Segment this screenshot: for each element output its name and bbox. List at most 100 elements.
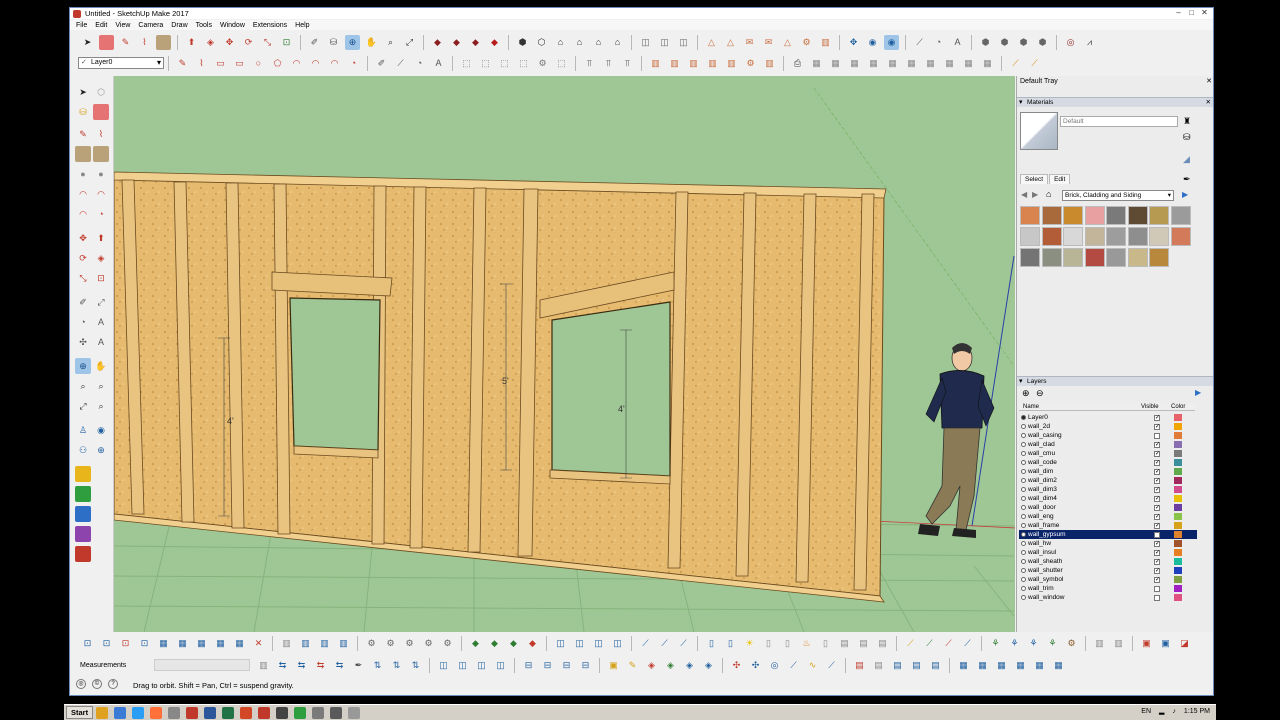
iso-view-icon[interactable]: ⬢ xyxy=(515,35,530,50)
material-swatch[interactable] xyxy=(1084,206,1105,225)
lt-polygon-icon[interactable]: ● xyxy=(93,166,109,182)
active-layer-radio[interactable] xyxy=(1021,451,1026,456)
select-tool-icon[interactable]: ➤ xyxy=(80,35,95,50)
section-3-icon[interactable]: ⫪ xyxy=(620,56,635,71)
line-tool-icon[interactable]: ✎ xyxy=(118,35,133,50)
b2-ai-icon[interactable]: ▦ xyxy=(956,658,971,673)
material-swatch[interactable] xyxy=(1170,206,1191,225)
material-swatch[interactable] xyxy=(1084,227,1105,246)
layer-row[interactable]: wall_clad ✓ xyxy=(1019,440,1197,449)
layer-color-swatch[interactable] xyxy=(1174,441,1182,448)
extension-warehouse-icon[interactable]: ◆ xyxy=(449,35,464,50)
taskbar-misc3-icon[interactable] xyxy=(348,706,361,719)
dimension-icon[interactable]: ⟋ xyxy=(912,35,927,50)
material-swatch[interactable] xyxy=(1063,227,1083,246)
3pt-arc-icon[interactable]: ◠ xyxy=(327,56,342,71)
b2-ad-icon[interactable]: ▤ xyxy=(852,658,867,673)
layer-color-swatch[interactable] xyxy=(1174,540,1182,547)
taskbar-word-icon[interactable] xyxy=(204,706,217,719)
shaded-icon[interactable]: ⬢ xyxy=(1035,35,1050,50)
model-scene[interactable]: 4' 5' 4' xyxy=(114,76,1015,632)
layer-row[interactable]: wall_frame ✓ xyxy=(1019,521,1197,530)
b1-i-icon[interactable]: ▦ xyxy=(232,636,247,651)
b2-d-icon[interactable]: ⇆ xyxy=(313,658,328,673)
scenes-icon[interactable]: ▥ xyxy=(724,56,739,71)
b1-c-icon[interactable]: ⊡ xyxy=(118,636,133,651)
active-layer-radio[interactable] xyxy=(1021,415,1026,420)
b1-ai-icon[interactable]: ▯ xyxy=(818,636,833,651)
b1-ar-icon[interactable]: ⚘ xyxy=(1007,636,1022,651)
material-swatch[interactable] xyxy=(1127,206,1148,225)
b1-as-icon[interactable]: ⚘ xyxy=(1026,636,1041,651)
clock[interactable]: 1:15 PM xyxy=(1184,708,1210,715)
lt-share-icon[interactable] xyxy=(75,486,91,502)
lt-protractor-icon[interactable]: ◔ xyxy=(75,314,91,330)
b1-z-icon[interactable]: ◫ xyxy=(591,636,606,651)
layer-name[interactable]: wall_door xyxy=(1028,503,1146,512)
style-9-icon[interactable]: ▦ xyxy=(961,56,976,71)
style-7-icon[interactable]: ▦ xyxy=(923,56,938,71)
eraser-tool-icon[interactable] xyxy=(99,34,114,50)
3d-warehouse-icon[interactable]: ◆ xyxy=(430,35,445,50)
b1-j-icon[interactable]: ✕ xyxy=(251,636,266,651)
style-2-icon[interactable]: ▦ xyxy=(828,56,843,71)
active-layer-radio[interactable] xyxy=(1021,478,1026,483)
layer-name[interactable]: Layer0 xyxy=(1028,413,1146,422)
layer-color-swatch[interactable] xyxy=(1174,513,1182,520)
geo-status-icon[interactable]: ◎ xyxy=(76,679,86,689)
polygon-tool-icon[interactable]: ⬠ xyxy=(270,56,285,71)
active-layer-radio[interactable] xyxy=(1021,595,1026,600)
layer-row[interactable]: wall_casing xyxy=(1019,431,1197,440)
model-viewport[interactable]: 4' 5' 4' xyxy=(113,76,1015,632)
offset-tool-icon[interactable]: ⊡ xyxy=(279,35,294,50)
layer-name[interactable]: wall_symbol xyxy=(1028,575,1146,584)
text-2-icon[interactable]: A xyxy=(431,56,446,71)
material-swatch[interactable] xyxy=(1041,227,1062,246)
layer-row[interactable]: wall_dim3 ✓ xyxy=(1019,485,1197,494)
layer-name[interactable]: wall_cmu xyxy=(1028,449,1146,458)
menu-edit[interactable]: Edit xyxy=(95,22,107,29)
layer-row[interactable]: wall_door ✓ xyxy=(1019,503,1197,512)
material-swatch[interactable] xyxy=(1041,206,1062,225)
lt-rotrect-icon[interactable] xyxy=(93,146,109,162)
section-cut-icon[interactable]: ◫ xyxy=(676,35,691,50)
left-view-icon[interactable]: ⌂ xyxy=(610,35,625,50)
b1-w-icon[interactable]: ◆ xyxy=(525,636,540,651)
top-view-icon[interactable]: ⬡ xyxy=(534,35,549,50)
active-layer-radio[interactable] xyxy=(1021,433,1026,438)
layer-color-swatch[interactable] xyxy=(1174,495,1182,502)
layer-visible-checkbox[interactable] xyxy=(1154,432,1160,439)
layer-row[interactable]: wall_trim xyxy=(1019,584,1197,593)
b1-ab-icon[interactable]: ⟋ xyxy=(638,636,653,651)
style-8-icon[interactable]: ▦ xyxy=(942,56,957,71)
create-material-icon[interactable]: ♜ xyxy=(1183,116,1191,127)
active-layer-radio[interactable] xyxy=(1021,469,1026,474)
layer-color-swatch[interactable] xyxy=(1174,414,1182,421)
back-view-icon[interactable]: ⌂ xyxy=(591,35,606,50)
layer-name[interactable]: wall_2d xyxy=(1028,422,1146,431)
b2-x-icon[interactable]: ✣ xyxy=(729,658,744,673)
lt-extwarehouse-icon[interactable] xyxy=(75,506,91,522)
style-6-icon[interactable]: ▦ xyxy=(904,56,919,71)
menu-draw[interactable]: Draw xyxy=(171,22,187,29)
dimension-2-icon[interactable]: ⟋ xyxy=(393,56,408,71)
union-icon[interactable]: ⬚ xyxy=(516,56,531,71)
layer-name[interactable]: wall_dim4 xyxy=(1028,494,1146,503)
taskbar-firefox-icon[interactable] xyxy=(150,706,163,719)
b2-q-icon[interactable]: ⊟ xyxy=(578,658,593,673)
zoom-extents-icon[interactable]: ⤢ xyxy=(402,35,417,50)
lt-orbit-icon[interactable]: ⊕ xyxy=(75,358,91,374)
b2-a-icon[interactable]: ▥ xyxy=(256,658,271,673)
lt-axes-icon[interactable]: ✣ xyxy=(75,334,91,350)
menu-window[interactable]: Window xyxy=(220,22,245,29)
b1-g-icon[interactable]: ▦ xyxy=(194,636,209,651)
taskbar-acrobat-icon[interactable] xyxy=(186,706,199,719)
rectangle-2-icon[interactable]: ▭ xyxy=(213,56,228,71)
taskbar-excel-icon[interactable] xyxy=(222,706,235,719)
language-indicator[interactable]: EN xyxy=(1141,708,1151,715)
b2-m-icon[interactable]: ◫ xyxy=(493,658,508,673)
b2-k-icon[interactable]: ◫ xyxy=(455,658,470,673)
b1-av-icon[interactable]: ▥ xyxy=(1092,636,1107,651)
stamp-icon[interactable]: ✉ xyxy=(761,35,776,50)
material-swatch[interactable] xyxy=(1106,227,1126,246)
